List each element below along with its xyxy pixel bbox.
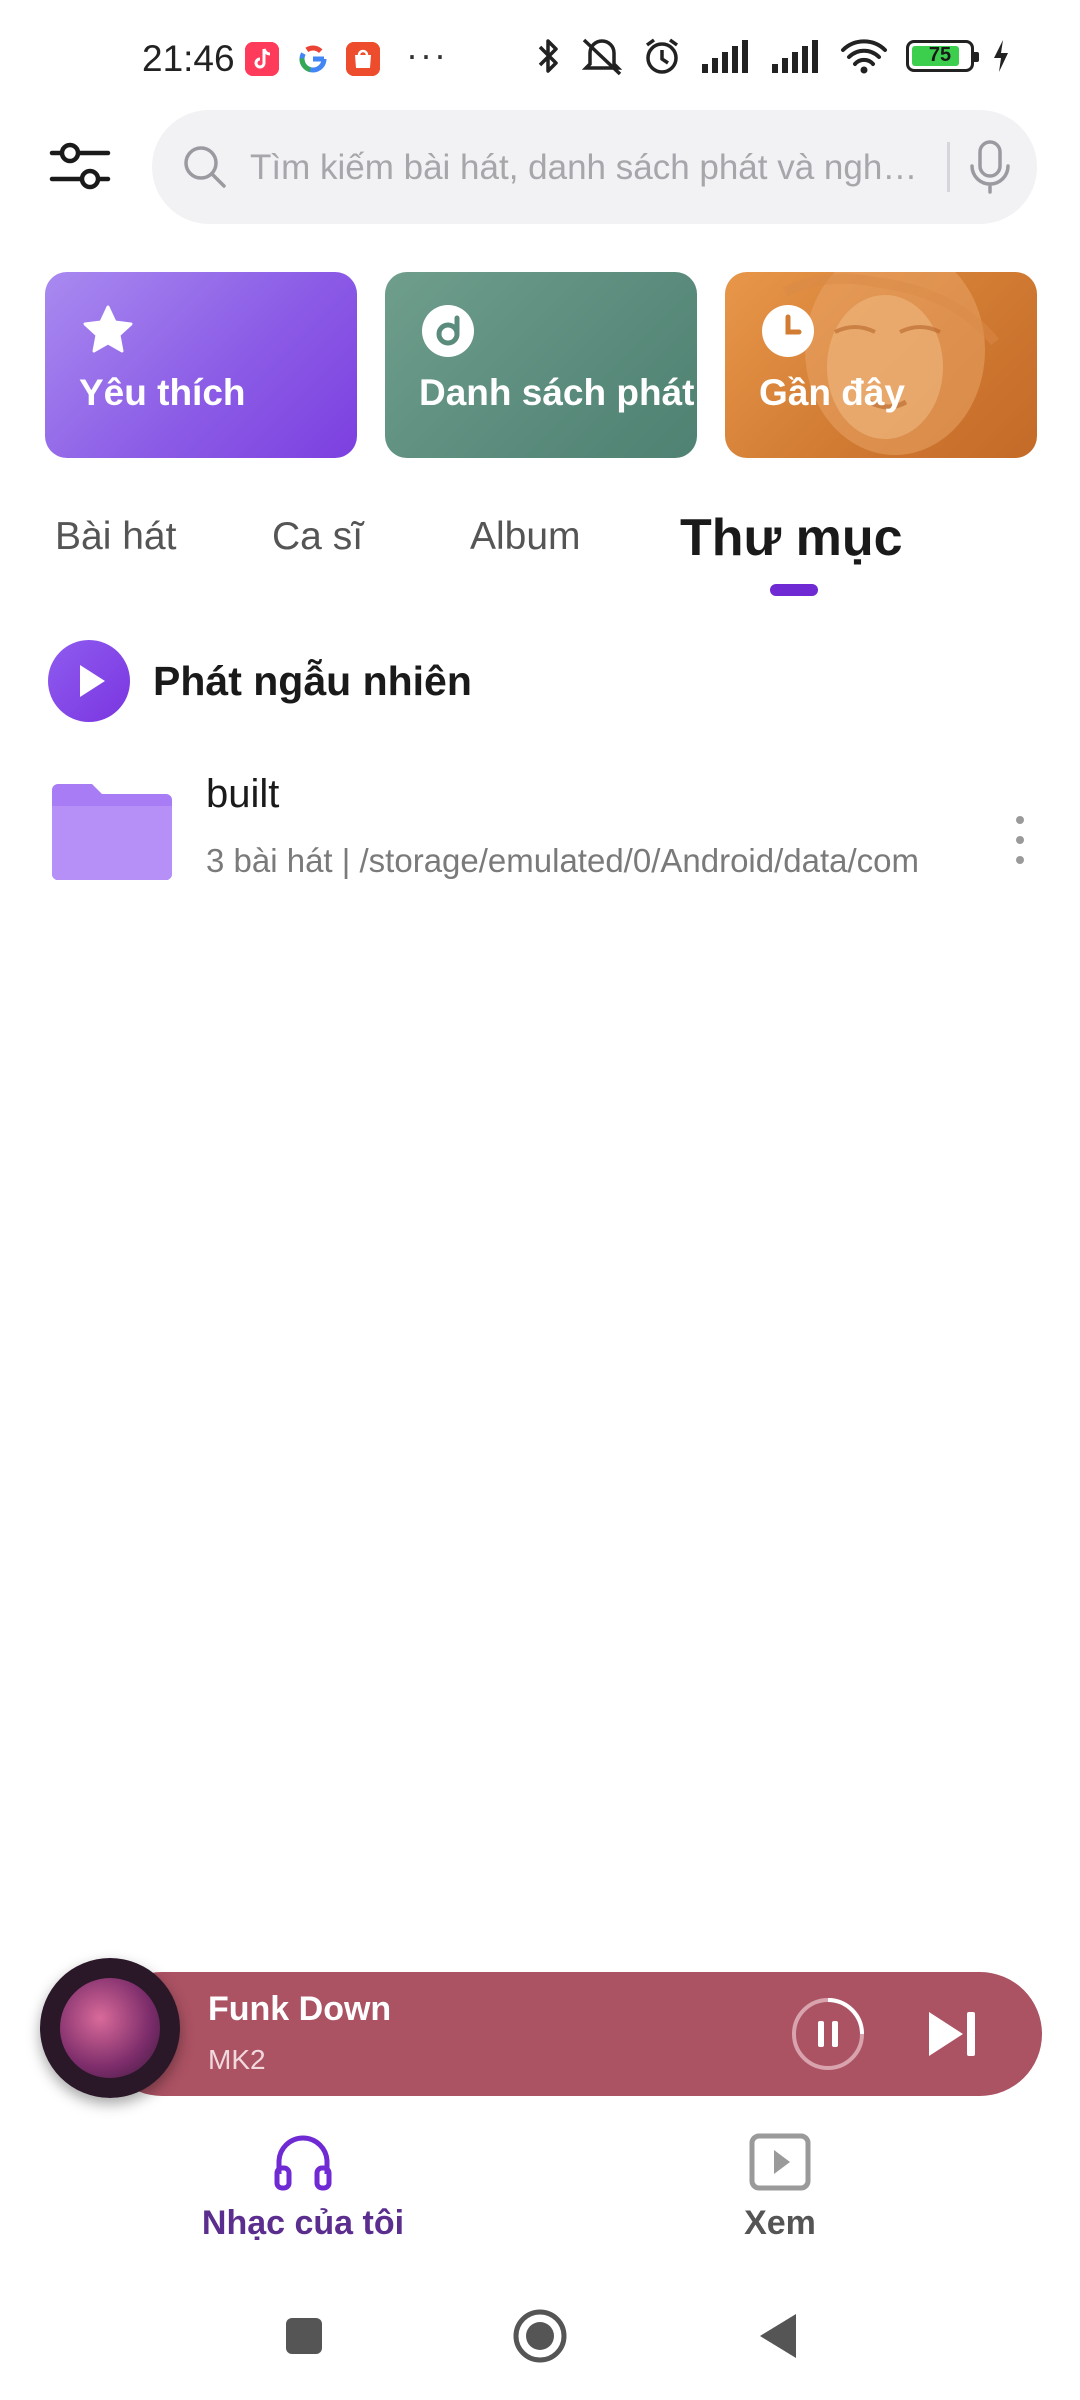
google-icon <box>296 42 330 76</box>
video-play-icon <box>749 2133 811 2191</box>
shuffle-label: Phát ngẫu nhiên <box>153 658 472 704</box>
status-bar: 21:46 ··· 75 <box>0 0 1080 120</box>
recent-apps-button[interactable] <box>282 2314 326 2358</box>
music-disc-icon <box>422 305 474 357</box>
search-icon <box>184 146 226 188</box>
pause-button[interactable] <box>790 1996 866 2072</box>
nav-watch-label: Xem <box>744 2204 816 2242</box>
more-notifications-icon: ··· <box>406 34 448 75</box>
bottom-nav: Nhạc của tôi Xem <box>0 2120 1080 2270</box>
alarm-icon <box>645 38 679 74</box>
wifi-icon <box>841 39 887 74</box>
favorites-card[interactable]: Yêu thích <box>45 272 357 458</box>
back-button[interactable] <box>756 2310 800 2362</box>
sliders-icon <box>49 142 111 190</box>
playlists-label: Danh sách phát <box>419 372 695 413</box>
folder-name: built <box>206 772 280 816</box>
tab-folders[interactable]: Thư mục <box>680 508 903 568</box>
nav-my-music[interactable]: Nhạc của tôi <box>143 2120 463 2270</box>
search-divider <box>947 142 950 192</box>
album-art-disc[interactable] <box>40 1958 180 2098</box>
silent-icon <box>581 38 623 76</box>
battery-icon: 75 <box>906 40 979 72</box>
status-time: 21:46 <box>142 38 235 79</box>
star-icon <box>83 305 133 353</box>
album-art <box>60 1978 160 2078</box>
nav-watch[interactable]: Xem <box>620 2120 940 2270</box>
clock-icon <box>762 305 814 357</box>
nav-my-music-label: Nhạc của tôi <box>201 2204 405 2242</box>
playlists-card[interactable]: Danh sách phát <box>385 272 697 458</box>
mini-player[interactable]: Funk Down MK2 <box>100 1972 1042 2096</box>
skip-next-button[interactable] <box>925 2008 981 2060</box>
charging-icon <box>994 40 1008 72</box>
tab-artists[interactable]: Ca sĩ <box>272 515 363 559</box>
signal-icon <box>702 40 748 73</box>
system-icons: 75 <box>534 36 1010 76</box>
search-input[interactable]: Tìm kiếm bài hát, danh sách phát và nghệ… <box>250 148 930 188</box>
shopee-icon <box>346 42 380 76</box>
battery-level: 75 <box>928 44 952 66</box>
search-bar[interactable]: Tìm kiếm bài hát, danh sách phát và nghệ… <box>152 110 1037 224</box>
recent-card[interactable]: Gần đây <box>725 272 1037 458</box>
equalizer-settings-button[interactable] <box>48 135 112 199</box>
tab-songs[interactable]: Bài hát <box>55 515 176 559</box>
shuffle-play-button[interactable]: Phát ngẫu nhiên <box>48 640 648 724</box>
headphones-icon <box>274 2135 332 2191</box>
home-button[interactable] <box>512 2308 568 2364</box>
folder-item[interactable]: built 3 bài hát | /storage/emulated/0/An… <box>48 760 1038 890</box>
folder-icon <box>52 784 172 880</box>
active-tab-indicator <box>770 584 818 596</box>
more-options-icon[interactable] <box>1008 810 1032 870</box>
player-title: Funk Down <box>208 1990 392 2028</box>
system-navigation <box>0 2300 1080 2400</box>
tiktok-icon <box>245 42 279 76</box>
recent-label: Gần đây <box>759 372 905 413</box>
recent-artwork <box>782 272 999 455</box>
tab-albums[interactable]: Album <box>470 515 581 559</box>
player-artist: MK2 <box>208 2044 266 2075</box>
signal-icon-2 <box>772 40 818 73</box>
folder-details: 3 bài hát | /storage/emulated/0/Android/… <box>206 842 920 879</box>
favorites-label: Yêu thích <box>79 372 246 413</box>
microphone-icon[interactable] <box>967 138 1013 196</box>
bluetooth-icon <box>538 39 558 73</box>
play-icon <box>48 640 130 722</box>
